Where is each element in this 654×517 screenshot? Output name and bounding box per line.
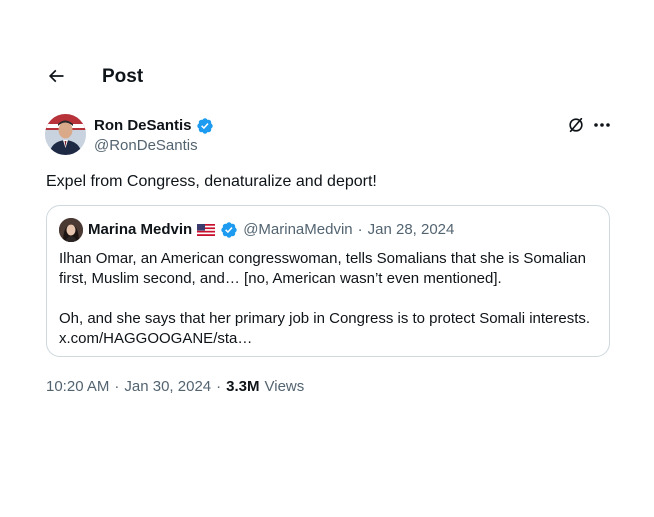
post-detail-page: Post Ron DeSantis @RonDeSantis Expel fro…	[0, 0, 654, 517]
author-handle[interactable]: @RonDeSantis	[94, 137, 198, 155]
verified-badge-icon	[196, 117, 214, 135]
quote-line: Ilhan Omar, an American congresswoman, t…	[59, 250, 586, 267]
author-name-text: Ron DeSantis	[94, 117, 192, 134]
views-label: Views	[264, 378, 305, 395]
meta-separator: ·	[114, 378, 120, 395]
page-title: Post	[102, 66, 144, 87]
avatar[interactable]	[45, 114, 86, 155]
quote-header: Marina Medvin @MarinaMedvin · Jan 28, 20…	[88, 221, 454, 239]
author-name[interactable]: Ron DeSantis	[94, 117, 214, 135]
more-horizontal-icon[interactable]	[592, 116, 612, 134]
arrow-left-icon	[48, 69, 64, 83]
quote-separator: ·	[357, 221, 363, 238]
us-flag-icon	[197, 224, 216, 236]
quote-body: Ilhan Omar, an American congresswoman, t…	[59, 249, 599, 349]
post-text: Expel from Congress, denaturalize and de…	[46, 173, 377, 190]
quote-author-name: Marina Medvin	[88, 221, 193, 238]
quote-line: first, Muslim second, and… [no, American…	[59, 270, 502, 287]
back-button[interactable]	[44, 64, 68, 88]
quoted-post[interactable]: Marina Medvin @MarinaMedvin · Jan 28, 20…	[46, 205, 610, 357]
quote-avatar	[59, 218, 83, 242]
quote-line: Oh, and she says that her primary job in…	[59, 310, 591, 327]
quote-verified-badge-icon	[220, 221, 238, 239]
views-count: 3.3M	[226, 378, 260, 395]
meta-separator: ·	[216, 378, 222, 395]
post-date[interactable]: Jan 30, 2024	[124, 378, 211, 396]
quote-link[interactable]: x.com/HAGGOOGANE/sta…	[59, 329, 599, 349]
avatar-image	[45, 114, 86, 155]
quote-author-handle: @MarinaMedvin	[243, 221, 353, 238]
post-meta: 10:20 AM · Jan 30, 2024 · 3.3M Views	[46, 378, 304, 396]
post-time[interactable]: 10:20 AM	[46, 378, 109, 396]
grok-icon[interactable]	[567, 116, 585, 134]
quote-date: Jan 28, 2024	[367, 221, 455, 238]
